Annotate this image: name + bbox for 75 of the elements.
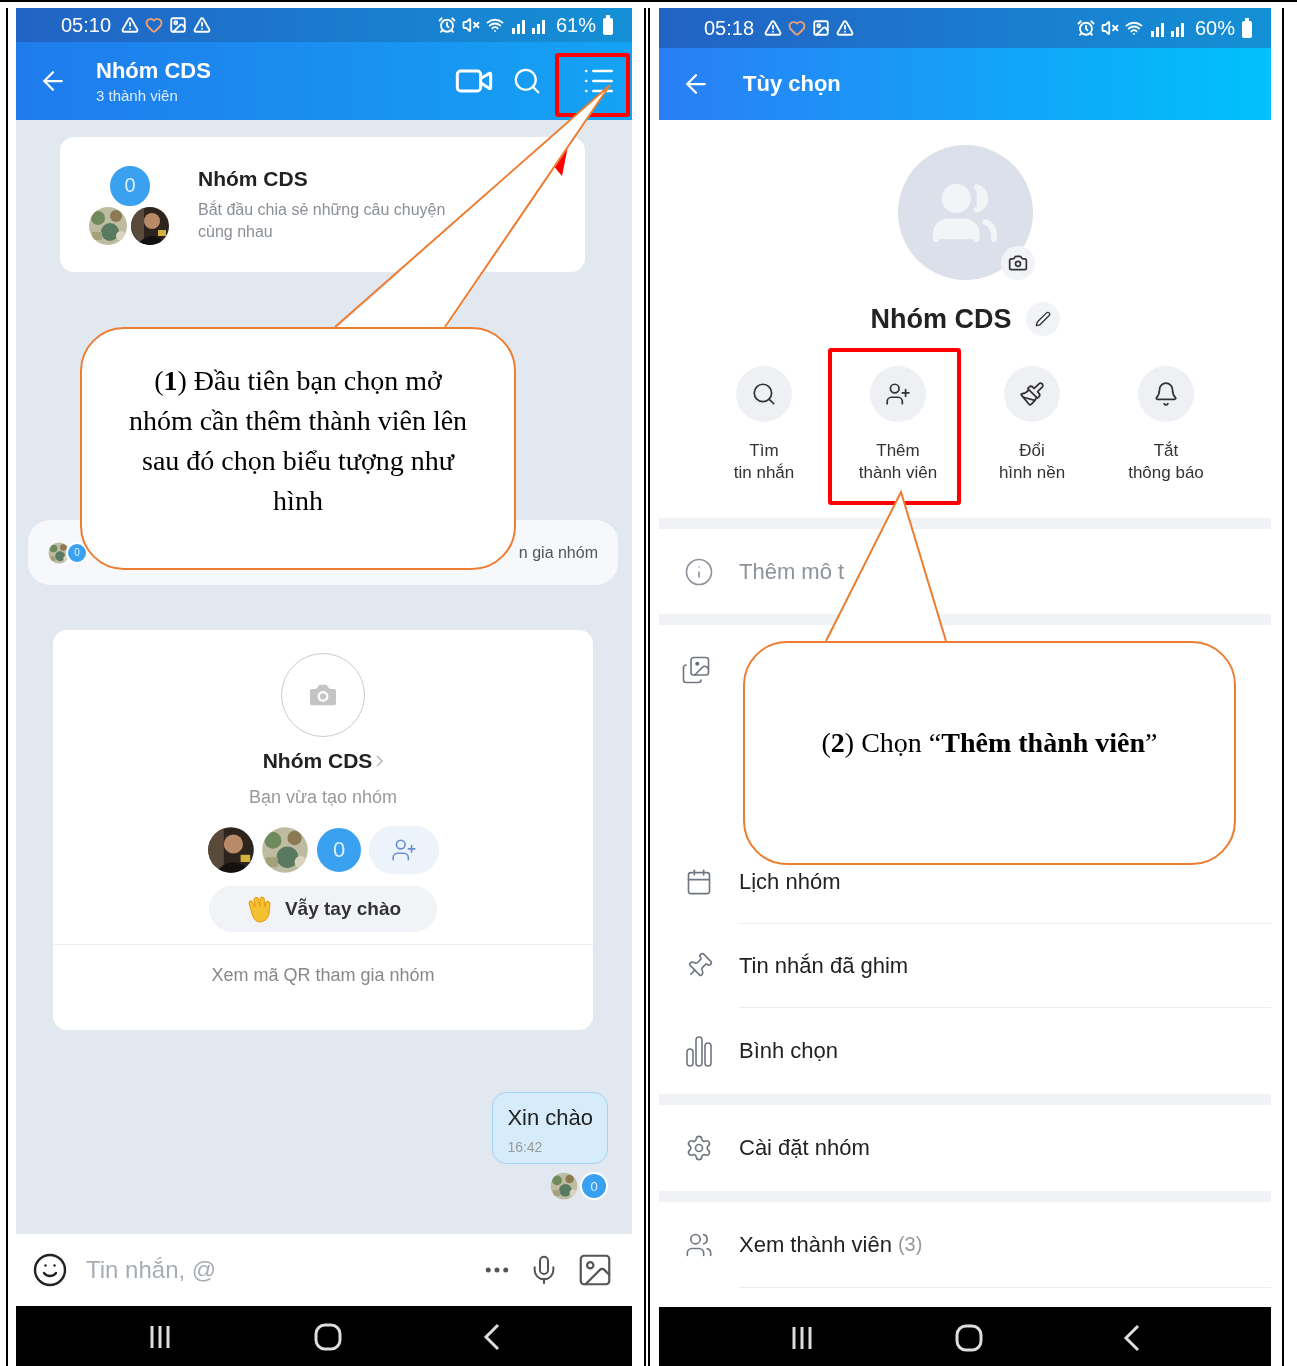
rename-button[interactable] <box>1025 302 1060 336</box>
member-badge: 0 <box>315 826 363 874</box>
battery-icon <box>602 15 614 35</box>
group-description: Bắt đầu chia sẻ những câu chuyện cùng nhau <box>198 199 446 242</box>
add-person-icon <box>885 381 911 407</box>
info-icon <box>684 556 714 587</box>
message-input[interactable]: Tin nhắn, @ <box>84 1255 466 1285</box>
chat-title: Nhóm CDS <box>96 58 211 84</box>
search-icon <box>751 381 777 407</box>
alarm-icon <box>437 16 456 34</box>
action-button[interactable] <box>1138 366 1194 422</box>
member-badge: 0 <box>66 541 88 564</box>
action-label: Thêm thành viên <box>858 440 938 484</box>
home-icon[interactable] <box>955 1323 983 1352</box>
search-icon[interactable] <box>512 66 542 96</box>
bell-icon <box>1153 381 1179 407</box>
action-label: Tắt thông báo <box>1128 440 1204 484</box>
member-count: (3) <box>897 1233 923 1256</box>
message-time: 16:42 <box>507 1139 544 1155</box>
status-time: 05:18 <box>704 16 755 40</box>
back-icon[interactable] <box>483 1323 502 1351</box>
warning-icon <box>836 19 855 37</box>
action-button[interactable] <box>736 366 792 422</box>
mute-icon <box>461 16 480 34</box>
member-count: 3 thành viên <box>96 87 179 104</box>
people-icon <box>685 1231 713 1259</box>
edit-icon <box>1034 311 1051 327</box>
image-icon <box>169 16 188 34</box>
add-person-icon <box>391 837 417 863</box>
action-button[interactable] <box>870 366 926 422</box>
group-name: Nhóm CDS <box>198 166 309 191</box>
calendar-icon <box>685 868 713 896</box>
menu-item[interactable]: Xem thành viên <box>739 1231 892 1258</box>
heart-icon <box>145 16 164 34</box>
image-icon <box>812 19 831 37</box>
action-button[interactable] <box>1004 366 1060 422</box>
wave-button[interactable]: Vẫy tay chào <box>209 886 437 932</box>
bar-chart-icon <box>686 1035 712 1067</box>
warning-icon <box>764 19 783 37</box>
notice-text: n gia nhóm <box>518 543 598 562</box>
mute-icon <box>1100 19 1119 37</box>
group-created-note: Bạn vừa tạo nhóm <box>248 787 398 808</box>
settings-icon <box>685 1134 713 1162</box>
paintbrush-icon <box>1019 381 1045 407</box>
status-time: 05:10 <box>61 13 112 37</box>
camera-icon <box>1007 253 1028 273</box>
back-icon[interactable] <box>1123 1323 1141 1352</box>
menu-item[interactable]: Tin nhắn đã ghim <box>739 952 909 979</box>
action-label: Đổi hình nền <box>998 440 1066 484</box>
warning-icon <box>193 16 212 34</box>
photos-icon <box>681 655 711 685</box>
home-icon[interactable] <box>314 1323 342 1351</box>
battery-level: 60% <box>1194 16 1235 40</box>
change-photo-button[interactable] <box>1000 246 1035 280</box>
menu-item[interactable]: Bình chọn <box>739 1038 839 1064</box>
menu-item[interactable]: Lịch nhóm <box>739 868 841 895</box>
screen-title: Tùy chọn <box>743 71 841 97</box>
chevron-icon <box>376 755 384 767</box>
menu-item[interactable]: Cài đặt nhóm <box>739 1135 870 1161</box>
member-badge: 0 <box>108 163 152 208</box>
wifi-icon <box>1124 19 1143 37</box>
qr-join-link[interactable]: Xem mã QR tham gia nhóm <box>211 965 435 986</box>
alarm-icon <box>1076 19 1095 37</box>
seen-badge: 0 <box>580 1172 608 1200</box>
group-name: Nhóm CDS <box>262 749 373 773</box>
emoji-icon[interactable] <box>32 1252 68 1288</box>
heart-icon <box>788 19 807 37</box>
callout-text: (1) Đầu tiên bạn chọn mở nhóm cần thêm thành viên lên sau đó chọn biểu tượng như hình <box>80 327 516 570</box>
message-text: Xin chào <box>507 1105 593 1131</box>
wifi-icon <box>485 16 504 34</box>
group-name: Nhóm CDS <box>870 303 1012 335</box>
battery-icon <box>1241 18 1253 38</box>
action-label: Tìm tin nhắn <box>733 440 795 484</box>
warning-icon <box>121 16 140 34</box>
battery-level: 61% <box>555 13 596 37</box>
